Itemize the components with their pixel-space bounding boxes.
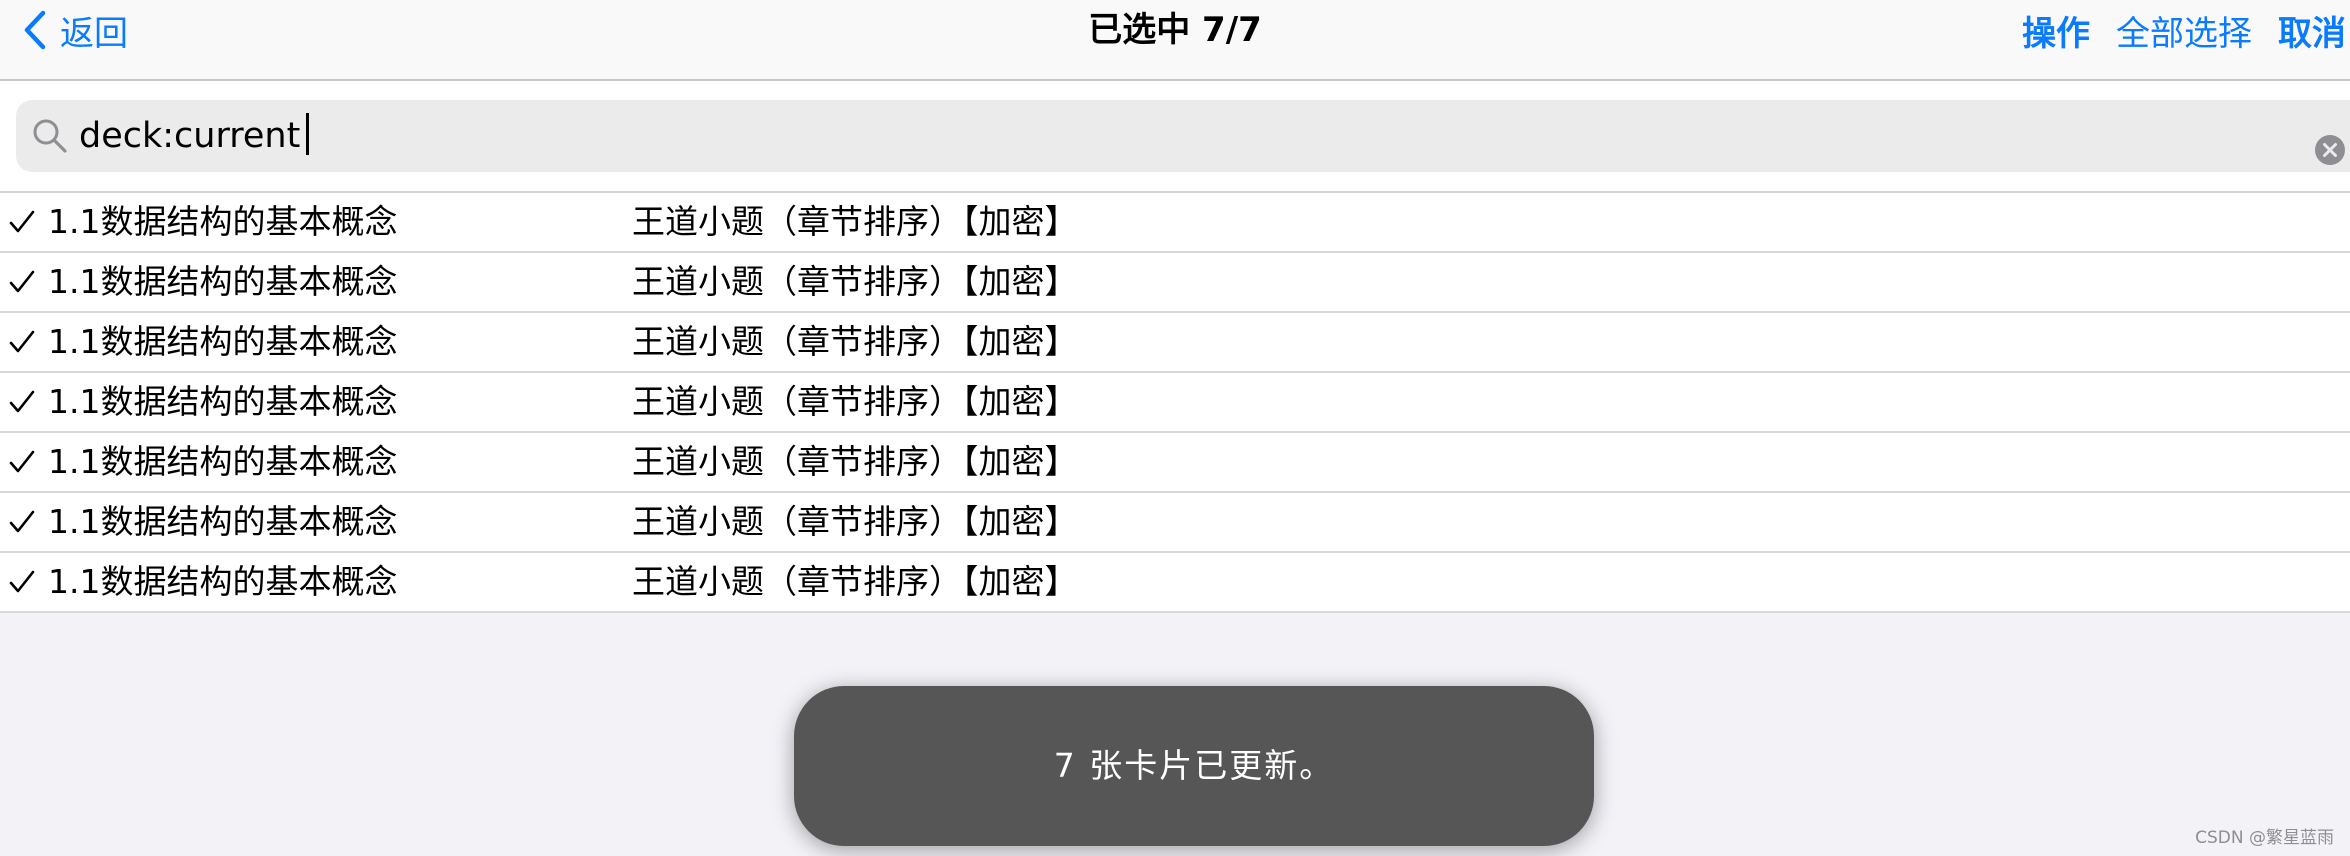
table-row[interactable]: 1.1数据结构的基本概念 王道小题（章节排序）【加密】	[0, 253, 2350, 313]
checkmark-icon	[9, 450, 35, 473]
card-name: 1.1数据结构的基本概念	[48, 442, 398, 481]
card-deck: 王道小题（章节排序）【加密】	[632, 382, 1078, 421]
card-name: 1.1数据结构的基本概念	[48, 502, 398, 541]
card-deck: 王道小题（章节排序）【加密】	[632, 322, 1078, 361]
toast-notification: 7 张卡片已更新。	[794, 686, 1594, 846]
text-caret	[306, 113, 310, 155]
table-row[interactable]: 1.1数据结构的基本概念 王道小题（章节排序）【加密】	[0, 493, 2350, 553]
card-deck: 王道小题（章节排序）【加密】	[632, 262, 1078, 301]
card-name: 1.1数据结构的基本概念	[48, 562, 398, 601]
watermark: CSDN @繁星蓝雨	[2195, 828, 2334, 848]
checkmark-icon	[9, 510, 35, 533]
cancel-button[interactable]: 取消	[2278, 6, 2346, 55]
navigation-bar: 返回 已选中 7/7 操作 全部选择 取消	[0, 0, 2350, 81]
card-name: 1.1数据结构的基本概念	[48, 202, 398, 241]
checkmark-icon	[9, 210, 35, 233]
table-row[interactable]: 1.1数据结构的基本概念 王道小题（章节排序）【加密】	[0, 193, 2350, 253]
search-value: deck:current	[79, 116, 301, 156]
table-row[interactable]: 1.1数据结构的基本概念 王道小题（章节排序）【加密】	[0, 373, 2350, 433]
clear-icon[interactable]	[2314, 134, 2346, 166]
table-row[interactable]: 1.1数据结构的基本概念 王道小题（章节排序）【加密】	[0, 313, 2350, 373]
card-name: 1.1数据结构的基本概念	[48, 382, 398, 421]
table-row[interactable]: 1.1数据结构的基本概念 王道小题（章节排序）【加密】	[0, 433, 2350, 493]
actions-button[interactable]: 操作	[2022, 6, 2090, 55]
checkmark-icon	[9, 390, 35, 413]
search-input[interactable]: deck:current	[16, 100, 2350, 172]
search-bar: deck:current	[0, 81, 2350, 191]
checkmark-icon	[9, 270, 35, 293]
card-deck: 王道小题（章节排序）【加密】	[632, 202, 1078, 241]
search-icon	[33, 119, 67, 153]
table-row[interactable]: 1.1数据结构的基本概念 王道小题（章节排序）【加密】	[0, 553, 2350, 613]
card-name: 1.1数据结构的基本概念	[48, 322, 398, 361]
card-name: 1.1数据结构的基本概念	[48, 262, 398, 301]
search-query: deck:current	[79, 100, 310, 172]
checkmark-icon	[9, 570, 35, 593]
card-deck: 王道小题（章节排序）【加密】	[632, 502, 1078, 541]
card-deck: 王道小题（章节排序）【加密】	[632, 442, 1078, 481]
card-list: 1.1数据结构的基本概念 王道小题（章节排序）【加密】 1.1数据结构的基本概念…	[0, 191, 2350, 613]
checkmark-icon	[9, 330, 35, 353]
card-deck: 王道小题（章节排序）【加密】	[632, 562, 1078, 601]
nav-actions: 操作 全部选择 取消	[2022, 6, 2346, 54]
select-all-button[interactable]: 全部选择	[2116, 6, 2252, 55]
page-title: 已选中 7/7	[1088, 10, 1262, 50]
